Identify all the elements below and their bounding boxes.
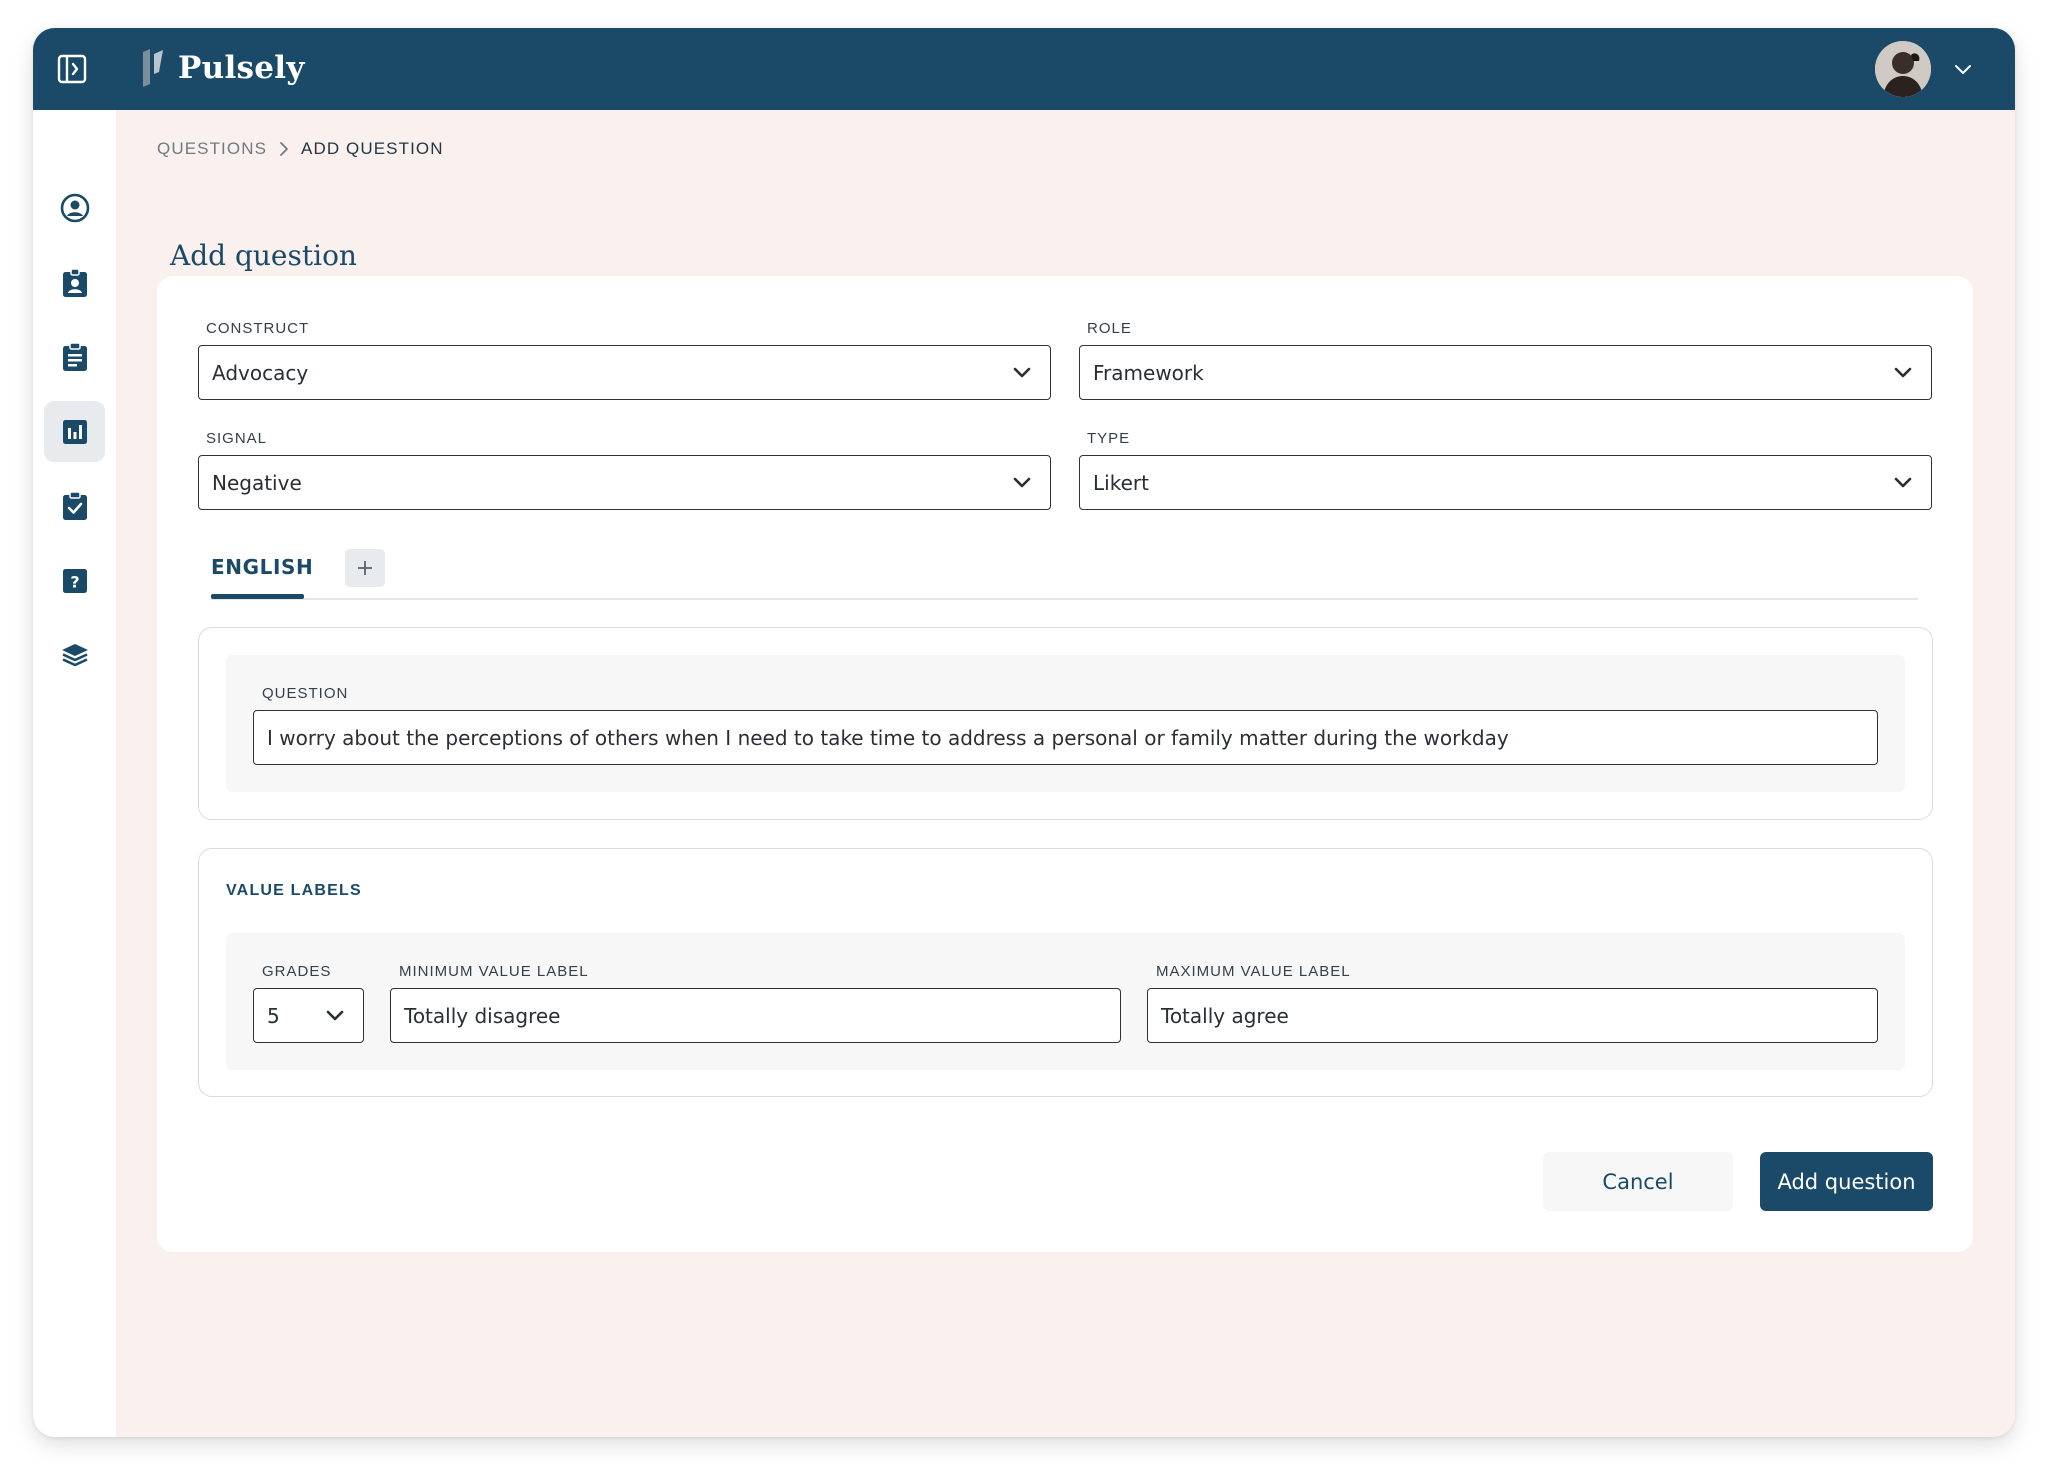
value-labels-title: VALUE LABELS	[226, 882, 362, 899]
role-value: Framework	[1093, 360, 1204, 385]
chevron-down-icon	[1894, 367, 1912, 378]
construct-value: Advocacy	[212, 360, 309, 385]
signal-label: SIGNAL	[206, 430, 268, 447]
chevron-down-icon	[1013, 477, 1031, 488]
construct-select[interactable]: Advocacy	[198, 345, 1051, 400]
chevron-down-icon	[1894, 477, 1912, 488]
max-label-label: MAXIMUM VALUE LABEL	[1156, 963, 1351, 980]
plus-icon	[358, 561, 372, 575]
type-label: TYPE	[1087, 430, 1131, 447]
tabs-divider	[211, 598, 1918, 600]
min-label-label: MINIMUM VALUE LABEL	[399, 963, 589, 980]
signal-value: Negative	[212, 470, 302, 495]
grades-value: 5	[267, 1003, 280, 1028]
add-language-button[interactable]	[345, 549, 385, 587]
content-layer: CONSTRUCT Advocacy ROLE Framework SIGNAL…	[0, 0, 2048, 1475]
construct-label: CONSTRUCT	[206, 320, 310, 337]
role-label: ROLE	[1087, 320, 1132, 337]
question-input[interactable]: I worry about the perceptions of others …	[253, 710, 1878, 765]
active-tab-indicator	[211, 594, 304, 599]
grades-select[interactable]: 5	[253, 988, 364, 1043]
grades-label: GRADES	[262, 963, 332, 980]
min-value-label-input[interactable]: Totally disagree	[390, 988, 1121, 1043]
cancel-button[interactable]: Cancel	[1543, 1152, 1733, 1211]
max-value-label-input[interactable]: Totally agree	[1147, 988, 1878, 1043]
signal-select[interactable]: Negative	[198, 455, 1051, 510]
type-select[interactable]: Likert	[1079, 455, 1932, 510]
question-label: QUESTION	[262, 685, 349, 702]
type-value: Likert	[1093, 470, 1149, 495]
role-select[interactable]: Framework	[1079, 345, 1932, 400]
chevron-down-icon	[1013, 367, 1031, 378]
chevron-down-icon	[326, 1010, 344, 1021]
add-question-button[interactable]: Add question	[1760, 1152, 1933, 1211]
